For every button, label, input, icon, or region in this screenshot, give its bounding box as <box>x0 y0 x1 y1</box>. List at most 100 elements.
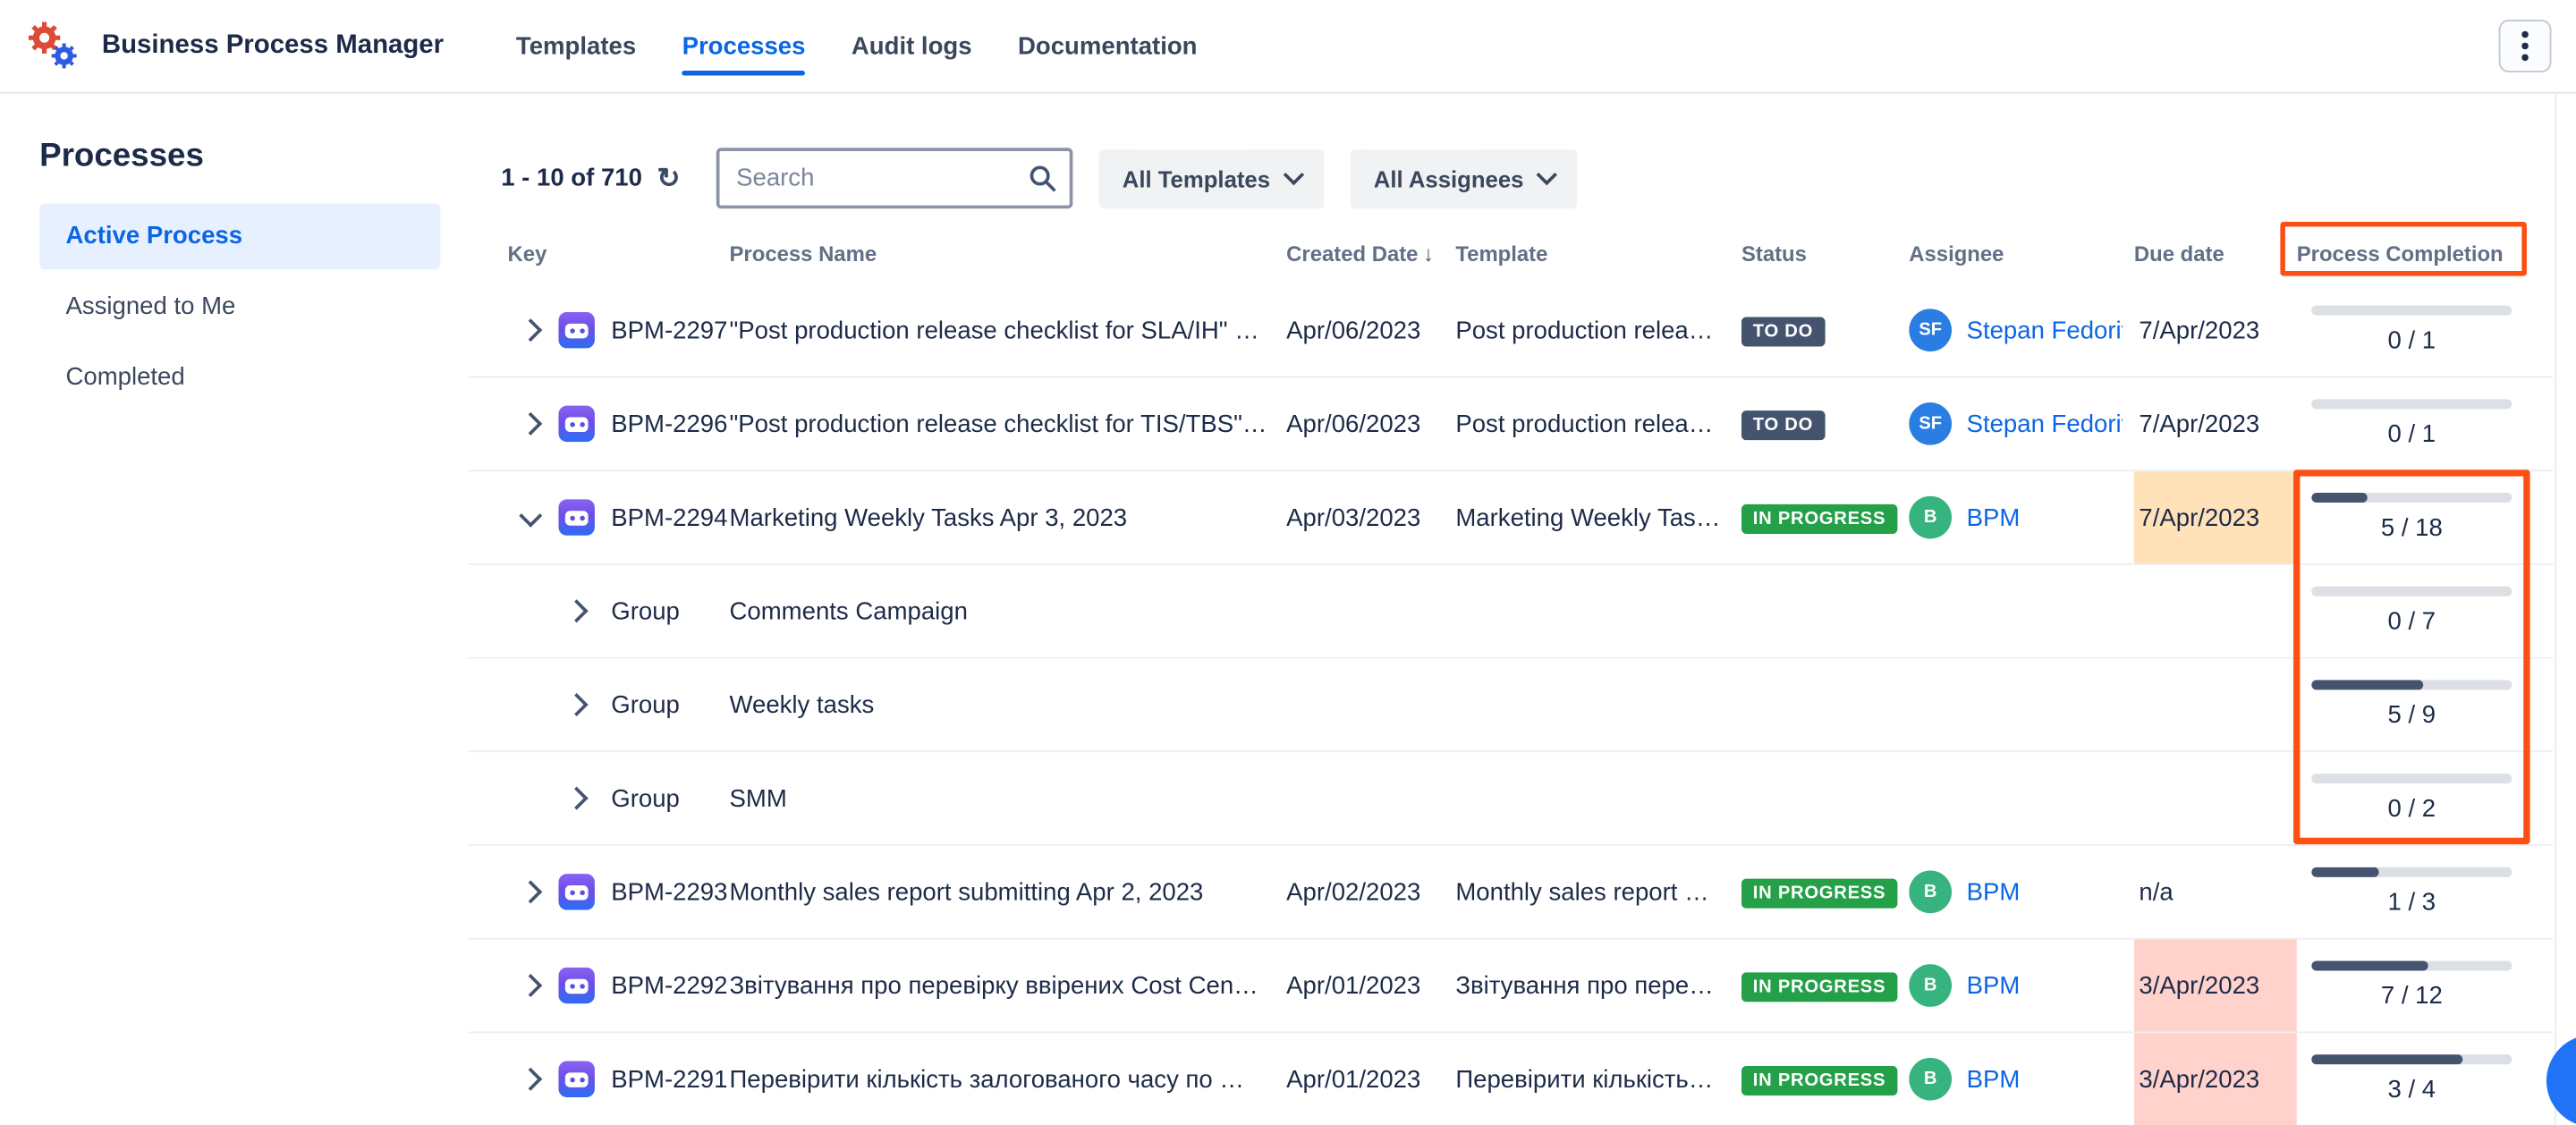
process-icon <box>558 874 594 909</box>
process-name[interactable]: Marketing Weekly Tasks Apr 3, 2023 <box>730 503 1287 531</box>
sidebar: Processes Active Process Assigned to Me … <box>0 94 468 1125</box>
process-icon-face <box>565 885 589 901</box>
process-icon-face <box>565 324 589 339</box>
expand-chevron-icon[interactable] <box>519 318 542 342</box>
kebab-dot-icon <box>2522 32 2528 38</box>
process-name[interactable]: Звітування про перевірку ввірених Cost C… <box>730 971 1287 999</box>
expand-chevron-icon[interactable] <box>565 599 589 622</box>
group-row[interactable]: Group SMM 0 / 2 <box>468 752 2553 846</box>
due-date: n/a <box>2134 846 2297 938</box>
status-badge: IN PROGRESS <box>1741 878 1897 908</box>
completion-value: 5 / 9 <box>2388 701 2436 729</box>
table-row[interactable]: BPM-2294 Marketing Weekly Tasks Apr 3, 2… <box>468 471 2553 565</box>
template-name: Звітування про пере… <box>1455 971 1741 999</box>
assignee-cell: B BPM <box>1909 496 2134 539</box>
table-row[interactable]: BPM-2293 Monthly sales report submitting… <box>468 846 2553 940</box>
column-created-date[interactable]: Created Date↓ <box>1286 241 1455 266</box>
expand-chevron-icon[interactable] <box>565 693 589 716</box>
process-key: BPM-2292 <box>611 971 727 999</box>
filter-label: All Assignees <box>1374 165 1524 191</box>
search-box <box>716 148 1073 208</box>
status-badge: TO DO <box>1741 317 1825 346</box>
filter-all-assignees[interactable]: All Assignees <box>1351 148 1578 207</box>
column-process-completion: Process Completion <box>2297 241 2527 266</box>
table-row[interactable]: BPM-2296 "Post production release checkl… <box>468 377 2553 471</box>
process-name[interactable]: "Post production release checklist for S… <box>730 317 1287 344</box>
toolbar: 1 - 10 of 710 ↻ All Templates All Assign… <box>501 148 1578 208</box>
assignee-cell: B BPM <box>1909 964 2134 1007</box>
process-key: BPM-2291 <box>611 1065 727 1093</box>
process-name[interactable]: Monthly sales report submitting Apr 2, 2… <box>730 878 1287 906</box>
process-icon <box>558 312 594 348</box>
table-rows: BPM-2297 "Post production release checkl… <box>468 284 2553 1125</box>
more-menu-button[interactable] <box>2499 20 2552 72</box>
column-key: Key <box>501 241 729 266</box>
process-completion: 7 / 12 <box>2297 940 2527 1032</box>
group-row[interactable]: Group Comments Campaign 0 / 7 <box>468 565 2553 659</box>
created-date: Apr/06/2023 <box>1286 317 1455 344</box>
key-cell: BPM-2293 <box>501 874 729 909</box>
nav-templates[interactable]: Templates <box>516 32 636 60</box>
process-completion: 0 / 1 <box>2297 284 2527 376</box>
empty-cell <box>2134 752 2297 844</box>
table-row[interactable]: BPM-2297 "Post production release checkl… <box>468 284 2553 378</box>
template-name: Перевірити кількість… <box>1455 1065 1741 1093</box>
search-input[interactable] <box>716 148 1073 208</box>
sidebar-item-completed[interactable]: Completed <box>39 345 440 410</box>
template-name: Marketing Weekly Tas… <box>1455 503 1741 531</box>
expand-chevron-icon[interactable] <box>519 974 542 997</box>
search-icon[interactable] <box>1029 165 1056 192</box>
group-label: Group <box>611 690 680 718</box>
status-cell: TO DO <box>1741 315 1909 346</box>
nav-documentation[interactable]: Documentation <box>1018 32 1198 60</box>
assignee-link[interactable]: Stepan Fedoriv <box>1967 410 2123 437</box>
expand-chevron-icon[interactable] <box>519 1068 542 1091</box>
process-completion: 0 / 1 <box>2297 377 2527 469</box>
app-logo-gears-icon <box>23 16 82 75</box>
expand-chevron-icon[interactable] <box>565 787 589 810</box>
assignee-cell: B BPM <box>1909 1058 2134 1101</box>
due-date: 7/Apr/2023 <box>2134 377 2297 469</box>
progress-bar <box>2311 587 2512 596</box>
main-content: 1 - 10 of 710 ↻ All Templates All Assign… <box>468 94 2576 1125</box>
expand-chevron-icon[interactable] <box>519 412 542 436</box>
status-badge: IN PROGRESS <box>1741 503 1897 533</box>
table-row[interactable]: BPM-2291 Перевірити кількість залоговано… <box>468 1033 2553 1125</box>
key-cell: Group <box>501 597 729 625</box>
expand-chevron-icon[interactable] <box>519 503 542 527</box>
assignee-link[interactable]: Stepan Fedoriv <box>1967 317 2123 344</box>
avatar: SF <box>1909 309 1952 351</box>
created-date: Apr/02/2023 <box>1286 878 1455 906</box>
avatar: B <box>1909 1058 1952 1101</box>
scrollbar-track[interactable] <box>2555 94 2556 1125</box>
process-name[interactable]: "Post production release checklist for T… <box>730 410 1287 437</box>
column-template: Template <box>1455 241 1741 266</box>
filter-all-templates[interactable]: All Templates <box>1099 148 1325 207</box>
avatar: B <box>1909 964 1952 1007</box>
sidebar-item-assigned-to-me[interactable]: Assigned to Me <box>39 275 440 340</box>
nav-audit-logs[interactable]: Audit logs <box>852 32 972 60</box>
assignee-cell: SF Stepan Fedoriv <box>1909 309 2134 351</box>
created-date: Apr/01/2023 <box>1286 971 1455 999</box>
expand-chevron-icon[interactable] <box>519 880 542 903</box>
group-row[interactable]: Group Weekly tasks 5 / 9 <box>468 659 2553 753</box>
process-completion: 5 / 9 <box>2297 659 2527 751</box>
template-name: Post production relea… <box>1455 317 1741 344</box>
process-icon-face <box>565 1072 589 1087</box>
table-row[interactable]: BPM-2292 Звітування про перевірку ввірен… <box>468 940 2553 1034</box>
progress-bar <box>2311 399 2512 409</box>
assignee-link[interactable]: BPM <box>1967 1065 2021 1093</box>
status-cell: IN PROGRESS <box>1741 1063 1909 1095</box>
progress-bar <box>2311 493 2512 503</box>
assignee-link[interactable]: BPM <box>1967 878 2021 906</box>
assignee-link[interactable]: BPM <box>1967 971 2021 999</box>
group-label: Group <box>611 597 680 625</box>
refresh-icon[interactable]: ↻ <box>657 165 680 192</box>
template-name: Monthly sales report … <box>1455 878 1741 906</box>
process-name[interactable]: Перевірити кількість залогованого часу п… <box>730 1065 1287 1093</box>
nav-processes[interactable]: Processes <box>682 32 806 60</box>
sidebar-item-active-process[interactable]: Active Process <box>39 204 440 269</box>
assignee-link[interactable]: BPM <box>1967 503 2021 531</box>
group-name: Comments Campaign <box>730 597 1287 625</box>
key-cell: BPM-2291 <box>501 1062 729 1097</box>
